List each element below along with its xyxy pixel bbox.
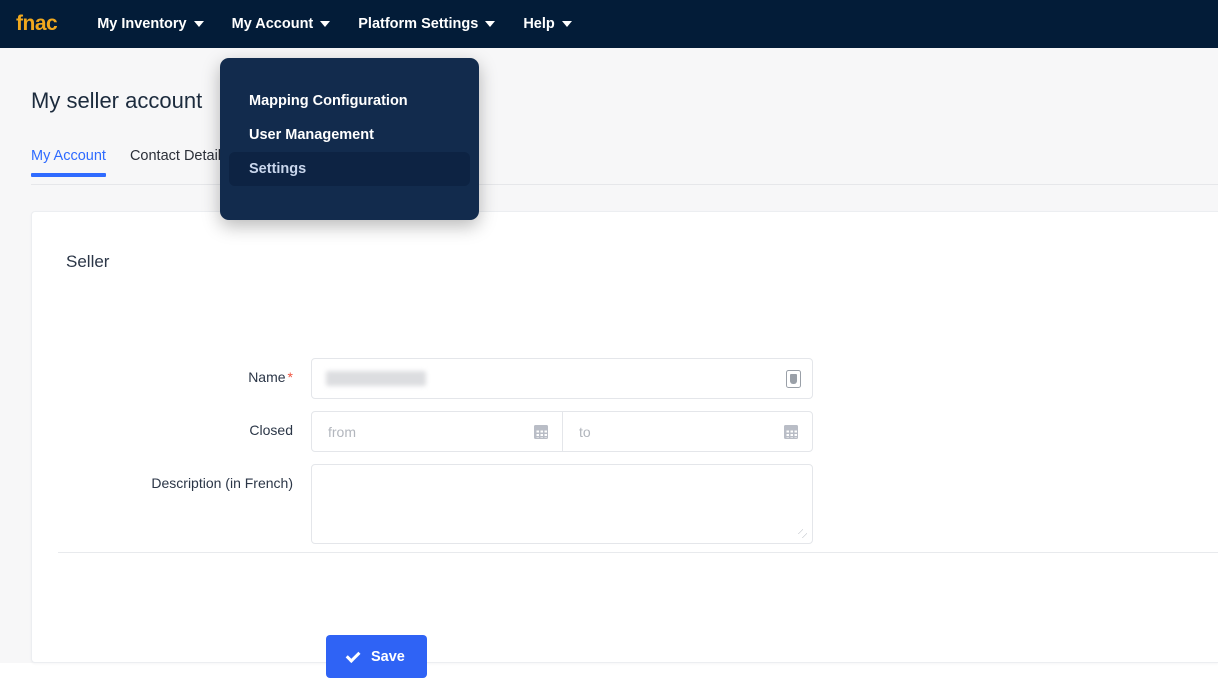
calendar-icon[interactable] (784, 424, 798, 439)
dropdown-item-label: Settings (249, 161, 307, 177)
id-card-icon[interactable] (786, 369, 801, 388)
tab-my-account[interactable]: My Account (31, 148, 106, 177)
seller-card: Seller Name * Closed from to Description… (31, 211, 1218, 678)
chevron-down-icon (193, 21, 204, 27)
chevron-down-icon (561, 21, 572, 27)
dropdown-item-label: Mapping Configuration (249, 93, 408, 109)
name-input[interactable] (311, 358, 813, 399)
closed-date-range: from to (311, 411, 813, 452)
nav-item-my-account[interactable]: My Account (218, 10, 345, 38)
fnac-logo[interactable]: fnac (16, 12, 58, 36)
save-button[interactable]: Save (326, 635, 427, 678)
top-navbar: fnac My Inventory My Account Platform Se… (0, 0, 1218, 48)
resize-handle-icon[interactable] (798, 529, 809, 540)
dropdown-item-settings[interactable]: Settings (229, 152, 470, 186)
description-textarea[interactable] (311, 464, 813, 544)
required-marker: * (287, 369, 293, 385)
card-title: Seller (66, 252, 110, 271)
closed-from-placeholder: from (328, 423, 356, 440)
nav-item-label: My Account (231, 16, 314, 32)
form-actions-divider (58, 552, 1218, 553)
dropdown-item-label: User Management (249, 127, 374, 143)
my-account-dropdown-menu: Mapping Configuration User Management Se… (220, 58, 479, 220)
form-row-closed: Closed from to (32, 411, 813, 452)
closed-label: Closed (249, 422, 293, 438)
nav-item-my-inventory[interactable]: My Inventory (83, 10, 217, 38)
description-label: Description (in French) (151, 475, 293, 491)
nav-item-label: Help (523, 16, 555, 32)
check-icon (345, 647, 361, 663)
calendar-icon[interactable] (534, 424, 548, 439)
page-body: My seller account My Account Contact Det… (0, 48, 1218, 678)
chevron-down-icon (485, 21, 496, 27)
nav-item-label: My Inventory (97, 16, 187, 32)
dropdown-item-user-management[interactable]: User Management (229, 118, 470, 152)
nav-item-platform-settings[interactable]: Platform Settings (344, 10, 509, 38)
tab-bar-divider (31, 184, 1218, 185)
form-row-name: Name * (32, 358, 813, 399)
tab-label: Contact Details (129, 148, 229, 164)
save-button-label: Save (371, 648, 405, 665)
tab-contact-details[interactable]: Contact Details (130, 148, 228, 177)
name-label: Name * (248, 369, 293, 385)
closed-from-input[interactable]: from (312, 412, 562, 451)
dropdown-item-mapping-configuration[interactable]: Mapping Configuration (229, 84, 470, 118)
closed-to-input[interactable]: to (562, 412, 812, 451)
nav-item-help[interactable]: Help (509, 10, 585, 38)
tab-label: My Account (31, 148, 106, 164)
closed-to-placeholder: to (579, 423, 591, 440)
chevron-down-icon (320, 21, 331, 27)
nav-item-label: Platform Settings (358, 16, 479, 32)
tab-bar: My Account Contact Details (31, 148, 228, 177)
form-row-description: Description (in French) (32, 464, 813, 544)
page-title: My seller account (31, 88, 203, 113)
redacted-value (326, 371, 426, 386)
